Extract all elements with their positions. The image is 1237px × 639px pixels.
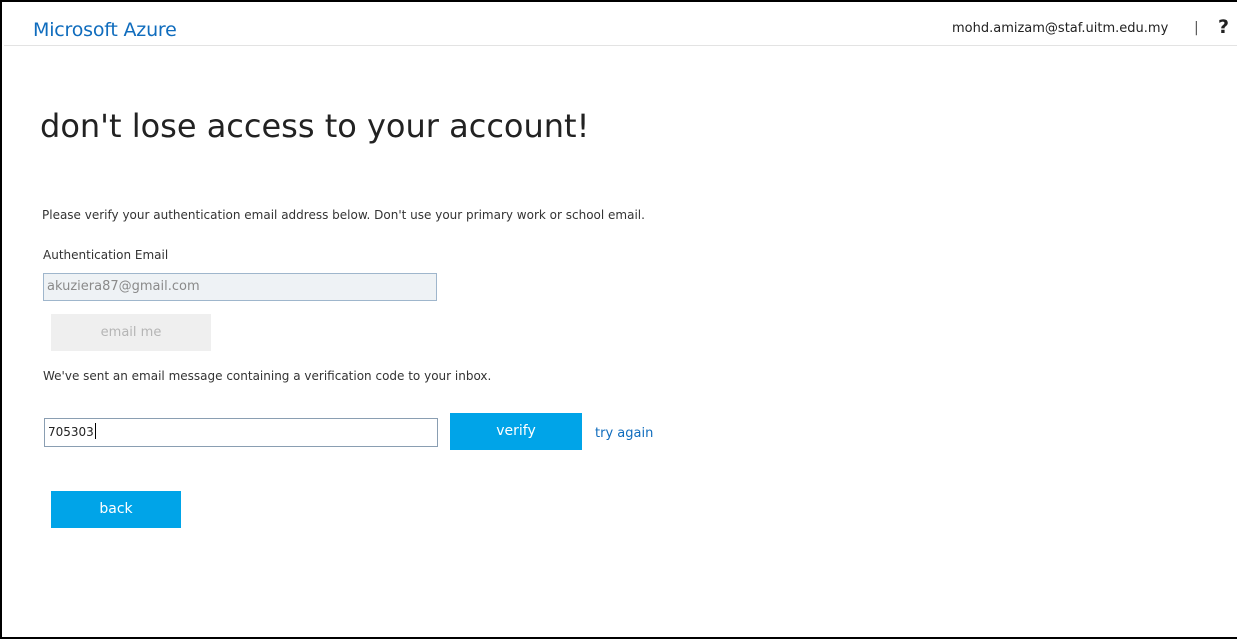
verify-button[interactable]: verify [450, 413, 582, 450]
instruction-text: Please verify your authentication email … [42, 208, 645, 222]
brand-logo: Microsoft Azure [33, 19, 177, 41]
email-sent-message: We've sent an email message containing a… [43, 369, 492, 383]
header-separator: | [1194, 20, 1199, 36]
authentication-email-label: Authentication Email [43, 248, 169, 262]
back-button[interactable]: back [51, 491, 181, 528]
top-bar: Microsoft Azure mohd.amizam@staf.uitm.ed… [4, 4, 1237, 46]
verification-code-input[interactable]: 705303 [44, 418, 438, 447]
help-icon[interactable]: ? [1218, 16, 1232, 38]
authentication-email-value: akuziera87@gmail.com [47, 279, 200, 294]
try-again-link[interactable]: try again [595, 426, 653, 442]
email-me-button[interactable]: email me [51, 314, 211, 351]
page-frame: Microsoft Azure mohd.amizam@staf.uitm.ed… [0, 0, 1237, 639]
verification-code-value: 705303 [48, 425, 94, 439]
text-caret [94, 423, 96, 439]
signed-in-user[interactable]: mohd.amizam@staf.uitm.edu.my [952, 21, 1168, 37]
page-title: don't lose access to your account! [40, 107, 590, 145]
authentication-email-field[interactable]: akuziera87@gmail.com [43, 273, 437, 301]
